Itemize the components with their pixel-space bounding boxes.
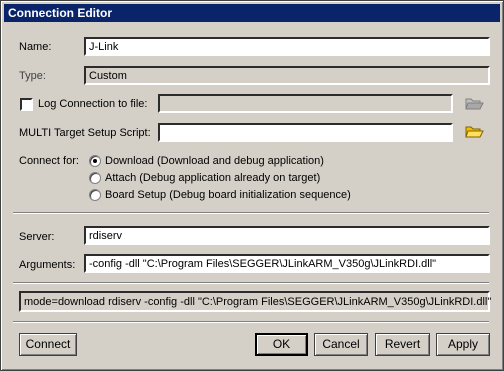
radio-attach[interactable] bbox=[89, 172, 101, 184]
log-file-field bbox=[158, 94, 453, 113]
radio-attach-label[interactable]: Attach (Debug application already on tar… bbox=[105, 172, 320, 185]
cancel-button[interactable]: Cancel bbox=[314, 333, 368, 356]
setup-script-label: MULTI Target Setup Script: bbox=[19, 127, 151, 139]
apply-button[interactable]: Apply bbox=[436, 333, 490, 356]
server-field[interactable]: rdiserv bbox=[84, 226, 490, 245]
script-folder-icon[interactable] bbox=[465, 123, 485, 139]
separator bbox=[13, 282, 489, 284]
radio-selected-dot bbox=[93, 159, 97, 163]
separator bbox=[13, 212, 489, 214]
connect-for-label: Connect for: bbox=[19, 155, 79, 167]
arguments-value: -config -dll "C:\Program Files\SEGGER\JL… bbox=[89, 258, 437, 270]
ok-button[interactable]: OK bbox=[255, 333, 308, 356]
title-bar[interactable]: Connection Editor bbox=[4, 4, 500, 22]
arguments-field[interactable]: -config -dll "C:\Program Files\SEGGER\JL… bbox=[84, 254, 490, 273]
name-value: J-Link bbox=[89, 41, 119, 53]
setup-script-field[interactable] bbox=[158, 123, 453, 142]
separator bbox=[13, 321, 489, 323]
radio-download[interactable] bbox=[89, 155, 101, 167]
radio-board-setup-label[interactable]: Board Setup (Debug board initialization … bbox=[105, 189, 351, 202]
log-connection-checkbox[interactable] bbox=[20, 98, 33, 111]
log-connection-label[interactable]: Log Connection to file: bbox=[38, 98, 147, 111]
name-field[interactable]: J-Link bbox=[84, 37, 490, 56]
server-value: rdiserv bbox=[89, 230, 123, 242]
type-field: Custom bbox=[84, 66, 490, 85]
log-folder-icon bbox=[465, 98, 484, 110]
connect-button[interactable]: Connect bbox=[19, 333, 77, 356]
command-line-display: mode=download rdiserv -config -dll "C:\P… bbox=[19, 291, 492, 312]
window-title: Connection Editor bbox=[8, 6, 112, 20]
revert-button[interactable]: Revert bbox=[375, 333, 430, 356]
connection-editor-window: Connection Editor Name: J-Link Type: Cus… bbox=[0, 0, 504, 371]
command-line-value: mode=download rdiserv -config -dll "C:\P… bbox=[24, 296, 492, 308]
arguments-label: Arguments: bbox=[19, 259, 76, 271]
radio-download-label[interactable]: Download (Download and debug application… bbox=[105, 155, 324, 168]
radio-board-setup[interactable] bbox=[89, 189, 101, 201]
type-label: Type: bbox=[19, 70, 46, 82]
server-label: Server: bbox=[19, 231, 55, 243]
name-label: Name: bbox=[19, 41, 52, 53]
type-value: Custom bbox=[89, 70, 127, 82]
